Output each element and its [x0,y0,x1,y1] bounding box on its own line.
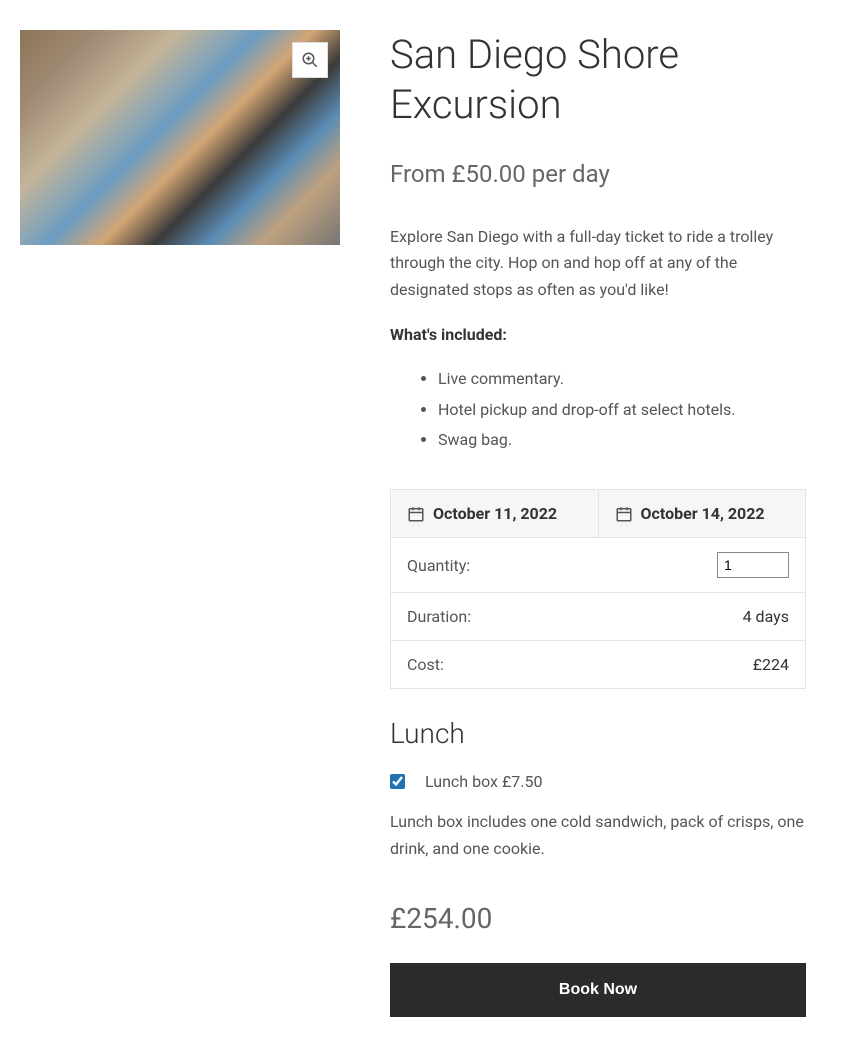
lunch-label: Lunch box £7.50 [425,772,542,791]
addon-heading: Lunch [390,717,806,750]
quantity-label: Quantity: [407,556,470,575]
product-title: San Diego Shore Excursion [390,30,806,130]
cost-label: Cost: [407,655,444,674]
cost-value: £224 [753,655,789,674]
addon-description: Lunch box includes one cold sandwich, pa… [390,809,806,862]
quantity-input[interactable] [717,552,789,578]
calendar-icon [615,505,633,523]
list-item: Hotel pickup and drop-off at select hote… [438,397,806,423]
duration-label: Duration: [407,607,471,626]
lunch-checkbox[interactable] [390,774,405,789]
price-summary: From £50.00 per day [390,160,806,188]
product-gallery [20,30,340,245]
zoom-button[interactable] [292,42,328,78]
book-now-button[interactable]: Book Now [390,963,806,1017]
included-list: Live commentary. Hotel pickup and drop-o… [390,366,806,453]
total-price: £254.00 [390,902,806,935]
date-start-value: October 11, 2022 [433,504,557,523]
calendar-icon [407,505,425,523]
product-description: Explore San Diego with a full-day ticket… [390,224,806,303]
date-end-cell[interactable]: October 14, 2022 [599,490,806,537]
list-item: Live commentary. [438,366,806,392]
duration-value: 4 days [743,607,789,626]
booking-summary-table: October 11, 2022 October 14, 2022 Quanti… [390,489,806,689]
date-end-value: October 14, 2022 [641,504,765,523]
included-heading: What's included: [390,325,806,344]
magnify-icon [301,51,319,69]
list-item: Swag bag. [438,427,806,453]
date-start-cell[interactable]: October 11, 2022 [391,490,599,537]
